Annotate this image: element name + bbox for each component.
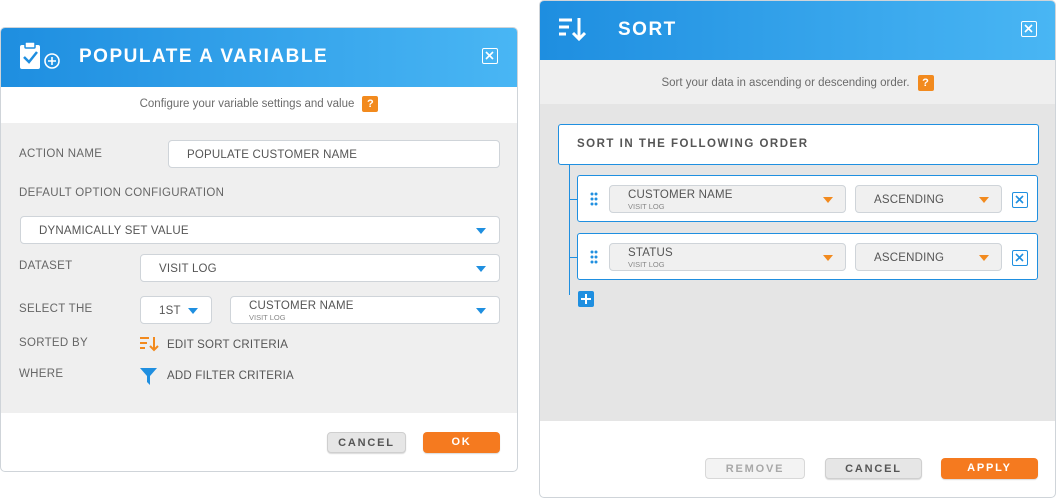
dataset-select[interactable]: VISIT LOG — [140, 254, 500, 282]
dialog-title: POPULATE A VARIABLE — [79, 46, 329, 67]
select-the-label: SELECT THE — [19, 303, 93, 315]
tree-connector-branch — [569, 257, 577, 258]
cancel-button[interactable]: CANCEL — [825, 458, 922, 479]
plus-icon — [581, 294, 591, 304]
action-name-label: ACTION NAME — [19, 148, 103, 160]
dataset-label: DATASET — [19, 260, 73, 272]
add-filter-criteria-link[interactable]: ADD FILTER CRITERIA — [167, 370, 294, 382]
drag-handle-icon[interactable] — [590, 250, 598, 269]
chevron-down-icon — [476, 266, 486, 272]
sort-field-value: CUSTOMER NAME — [628, 189, 733, 201]
close-icon — [1015, 195, 1024, 204]
chevron-down-icon — [979, 255, 989, 261]
drag-handle-icon[interactable] — [590, 192, 598, 211]
select-field-sub: VISIT LOG — [249, 313, 286, 322]
tree-connector — [569, 165, 577, 295]
tree-connector-branch — [569, 199, 577, 200]
clipboard-check-icon — [19, 41, 63, 78]
dialog-title: SORT — [618, 19, 677, 40]
ordinal-value: 1ST — [159, 305, 181, 317]
remove-row-button[interactable] — [1012, 192, 1028, 208]
default-option-select[interactable]: DYNAMICALLY SET VALUE — [20, 216, 500, 244]
populate-dialog-header: POPULATE A VARIABLE — [1, 28, 517, 87]
chevron-down-icon — [476, 308, 486, 314]
help-icon[interactable]: ? — [362, 96, 379, 112]
add-sort-row-button[interactable] — [578, 291, 594, 307]
filter-icon — [140, 368, 157, 390]
action-name-input[interactable]: POPULATE CUSTOMER NAME — [168, 140, 500, 168]
sort-field-sub: VISIT LOG — [628, 202, 665, 211]
default-option-label: DEFAULT OPTION CONFIGURATION — [19, 187, 225, 199]
chevron-down-icon — [823, 197, 833, 203]
sort-direction-value: ASCENDING — [874, 194, 945, 206]
chevron-down-icon — [188, 308, 198, 314]
action-name-value: POPULATE CUSTOMER NAME — [187, 149, 358, 161]
sort-field-value: STATUS — [628, 247, 673, 259]
sort-field-select[interactable]: CUSTOMER NAME VISIT LOG — [609, 185, 846, 213]
sort-field-sub: VISIT LOG — [628, 260, 665, 269]
subtitle-text: Configure your variable settings and val… — [139, 98, 355, 111]
sort-field-select[interactable]: STATUS VISIT LOG — [609, 243, 846, 271]
close-icon — [485, 51, 494, 60]
default-option-value: DYNAMICALLY SET VALUE — [39, 225, 189, 237]
help-icon[interactable]: ? — [917, 75, 934, 91]
select-field-value: CUSTOMER NAME — [249, 300, 354, 312]
dialog-subtitle: Sort your data in ascending or descendin… — [540, 75, 1055, 91]
close-button[interactable] — [482, 48, 498, 64]
chevron-down-icon — [476, 228, 486, 234]
close-icon — [1015, 253, 1024, 262]
close-icon — [1024, 24, 1033, 33]
sort-direction-value: ASCENDING — [874, 252, 945, 264]
sort-icon — [139, 336, 159, 357]
sort-row: CUSTOMER NAME VISIT LOG ASCENDING — [577, 175, 1038, 222]
dataset-value: VISIT LOG — [159, 263, 217, 275]
select-the-ordinal-select[interactable]: 1ST — [140, 296, 212, 324]
chevron-down-icon — [823, 255, 833, 261]
edit-sort-criteria-link[interactable]: EDIT SORT CRITERIA — [167, 339, 288, 351]
subtitle-text: Sort your data in ascending or descendin… — [661, 77, 910, 90]
remove-row-button[interactable] — [1012, 250, 1028, 266]
ok-button[interactable]: OK — [423, 432, 500, 453]
sort-dialog: SORT Sort your data in ascending or desc… — [539, 0, 1056, 498]
where-label: WHERE — [19, 368, 64, 380]
sorted-by-label: SORTED BY — [19, 337, 88, 349]
close-button[interactable] — [1021, 21, 1037, 37]
sort-icon — [558, 17, 587, 50]
select-field-select[interactable]: CUSTOMER NAME VISIT LOG — [230, 296, 500, 324]
sort-direction-select[interactable]: ASCENDING — [855, 243, 1002, 271]
sort-row: STATUS VISIT LOG ASCENDING — [577, 233, 1038, 280]
sort-order-header-text: SORT IN THE FOLLOWING ORDER — [577, 138, 809, 150]
remove-button[interactable]: REMOVE — [705, 458, 805, 479]
cancel-button[interactable]: CANCEL — [327, 432, 406, 453]
apply-button[interactable]: APPLY — [941, 458, 1038, 479]
sort-dialog-header: SORT — [540, 1, 1055, 60]
chevron-down-icon — [979, 197, 989, 203]
sort-direction-select[interactable]: ASCENDING — [855, 185, 1002, 213]
populate-variable-dialog: POPULATE A VARIABLE Configure your varia… — [0, 27, 518, 472]
dialog-subtitle: Configure your variable settings and val… — [1, 96, 517, 112]
sort-order-header: SORT IN THE FOLLOWING ORDER — [558, 124, 1039, 165]
